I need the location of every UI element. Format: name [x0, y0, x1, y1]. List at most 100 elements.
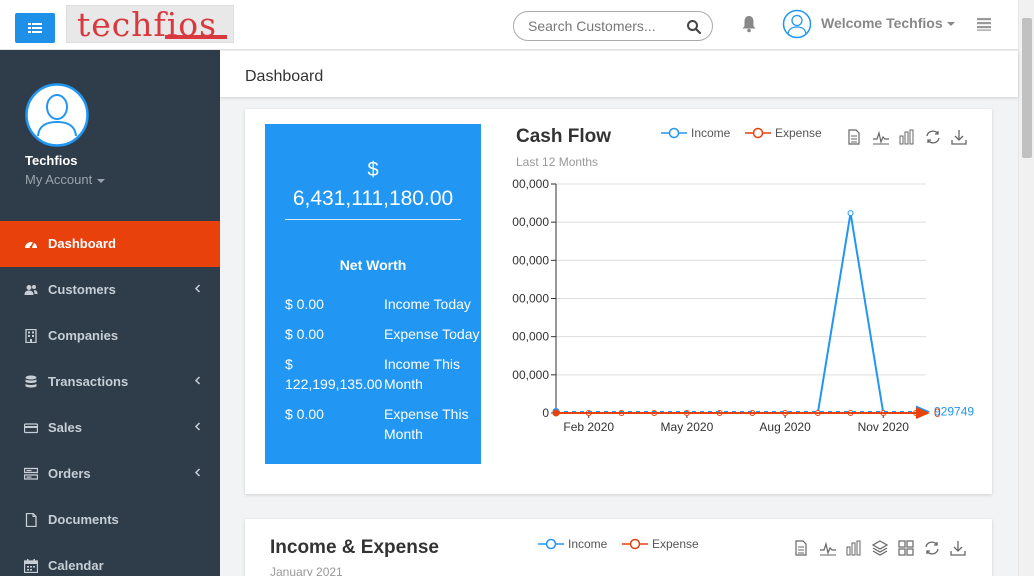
sidebar-item-transactions[interactable]: Transactions [0, 359, 220, 405]
sidebar: Techfios My Account Dashboard Customers [0, 50, 220, 576]
legend-expense[interactable]: Expense [745, 126, 822, 140]
y-tick-label: 00,000 [512, 177, 549, 191]
networth-divider [285, 219, 461, 220]
y-tick-label: 00,000 [512, 292, 549, 306]
ie-legend-expense-marker [622, 538, 648, 550]
sidebar-toggle-button[interactable] [15, 13, 55, 43]
ie-legend-income-label: Income [568, 537, 608, 551]
sidebar-item-label: Dashboard [48, 236, 116, 251]
sidebar-item-sales[interactable]: Sales [0, 405, 220, 451]
caret-down-icon [946, 22, 955, 27]
my-account-dropdown[interactable]: My Account [25, 172, 106, 187]
scrollbar-thumb[interactable] [1022, 18, 1032, 158]
caret-down-icon [97, 178, 106, 183]
avatar[interactable] [782, 9, 812, 39]
chevron-left-icon [194, 376, 201, 385]
dashboard-icon [25, 241, 37, 249]
cashflow-chart[interactable]: 0 00,000 00,000 00,000 00,000 00,000 00,000 Feb… [500, 169, 980, 439]
markline-label-expense: 0 [934, 406, 941, 420]
markline-start-expense [552, 409, 560, 417]
sidebar-item-companies[interactable]: Companies [0, 313, 220, 359]
y-tick-label: 0 [542, 406, 549, 420]
sidebar-item-label: Companies [48, 328, 119, 343]
sidebar-item-label: Orders [48, 466, 91, 481]
income-expense-card: Income & Expense January 2021 Income Exp… [245, 519, 992, 576]
sidebar-item-customers[interactable]: Customers [0, 267, 220, 313]
data-view-icon[interactable] [794, 540, 812, 558]
refresh-icon[interactable] [925, 129, 943, 147]
sidebar-item-label: Transactions [48, 374, 129, 389]
ie-legend-income[interactable]: Income [538, 537, 607, 551]
legend-income[interactable]: Income [661, 126, 730, 140]
my-account-label: My Account [25, 172, 93, 187]
line-chart-icon[interactable] [873, 129, 891, 147]
list-settings-icon[interactable] [977, 17, 991, 31]
sidebar-item-documents[interactable]: Documents [0, 497, 220, 543]
series-line-income [556, 212, 916, 414]
server-icon [24, 467, 38, 480]
expense-month-value: $ 0.00 [285, 406, 324, 422]
bell-icon[interactable] [741, 15, 757, 33]
x-tick-label: May 2020 [661, 420, 714, 434]
income-month-value: $ 122,199,135.00 [285, 356, 383, 392]
sales-icon [24, 423, 38, 434]
sidebar-item-label: Documents [48, 512, 119, 527]
networth-currency: $ [367, 159, 379, 181]
user-menu[interactable]: Welcome Techfios [821, 15, 955, 31]
stack-icon[interactable] [871, 540, 890, 558]
download-icon[interactable] [950, 540, 968, 558]
tiled-icon[interactable] [898, 540, 916, 558]
legend-expense-marker [745, 127, 771, 139]
content-header: Dashboard [220, 51, 1018, 97]
building-icon [25, 329, 37, 343]
cashflow-subtitle: Last 12 Months [516, 155, 599, 169]
chart-legend: Income Expense [661, 126, 831, 144]
networth-panel: $ 6,431,111,180.00 Net Worth $ 0.00 Inco… [265, 124, 481, 464]
sidebar-item-dashboard[interactable]: Dashboard [0, 221, 220, 267]
x-tick-label: Nov 2020 [858, 420, 910, 434]
chevron-left-icon [194, 468, 201, 477]
y-tick-label: 00,000 [512, 330, 549, 344]
sidebar-item-label: Sales [48, 420, 82, 435]
income-today-value: $ 0.00 [285, 296, 324, 312]
y-tick-label: 00,000 [512, 368, 549, 382]
logo-tagline-strip [165, 35, 227, 39]
bar-chart-icon[interactable] [846, 540, 864, 558]
income-expense-title: Income & Expense [270, 537, 439, 558]
expense-today-label: Expense Today [384, 326, 480, 342]
sidebar-item-orders[interactable]: Orders [0, 451, 220, 497]
bar-chart-icon[interactable] [899, 129, 917, 147]
data-view-icon[interactable] [847, 129, 865, 147]
y-tick-label: 00,000 [512, 253, 549, 267]
ie-legend-expense[interactable]: Expense [622, 537, 699, 551]
legend-expense-label: Expense [775, 126, 822, 140]
profile-avatar[interactable] [25, 83, 89, 147]
download-icon[interactable] [951, 129, 969, 147]
refresh-icon[interactable] [924, 540, 942, 558]
chevron-left-icon [194, 284, 201, 293]
search-placeholder: Search Customers... [528, 18, 656, 34]
ie-chart-toolbox [794, 540, 976, 558]
chart-toolbox [847, 129, 977, 147]
users-icon [24, 285, 38, 295]
welcome-text: Welcome Techfios [821, 15, 943, 31]
ie-chart-legend: Income Expense [538, 537, 708, 555]
ie-legend-expense-label: Expense [652, 537, 699, 551]
sidebar-item-calendar[interactable]: Calendar [0, 543, 220, 576]
search-icon[interactable] [686, 19, 702, 35]
x-tick-label: Feb 2020 [563, 420, 614, 434]
search-input[interactable]: Search Customers... [513, 11, 713, 41]
expense-month-label: Expense This Month [384, 406, 469, 442]
networth-value: 6,431,111,180.00 [292, 187, 454, 210]
cashflow-title: Cash Flow [516, 126, 612, 147]
line-chart-icon[interactable] [820, 540, 838, 558]
logo[interactable]: techfios [66, 5, 234, 44]
x-tick-label: Aug 2020 [759, 420, 811, 434]
page-scrollbar[interactable] [1018, 0, 1034, 576]
income-today-label: Income Today [384, 296, 471, 312]
chevron-left-icon [194, 422, 201, 431]
networth-label: Net Worth [339, 257, 407, 273]
menu-icon [28, 23, 42, 33]
document-icon [25, 513, 37, 527]
income-month-label: Income This Month [384, 356, 460, 392]
